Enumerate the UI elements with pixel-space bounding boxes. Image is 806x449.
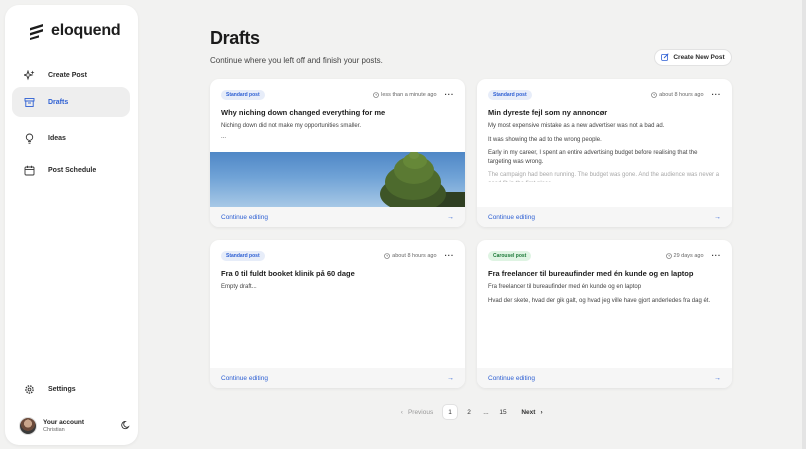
draft-preview: Empty draft... (221, 283, 454, 297)
app-name: eloquend (51, 22, 121, 39)
continue-editing-link[interactable]: Continue editing → (477, 207, 732, 227)
post-type-badge: Standard post (488, 90, 532, 100)
draft-preview: Niching down did not make my opportuniti… (221, 122, 454, 146)
continue-editing-label: Continue editing (488, 374, 535, 382)
post-image (210, 152, 465, 207)
sidebar-item-drafts[interactable]: Drafts (12, 87, 130, 117)
page-button-2[interactable]: 2 (461, 404, 477, 420)
timestamp: 29 days ago (665, 253, 704, 259)
continue-editing-label: Continue editing (488, 213, 535, 221)
preview-line: Fra freelancer til bureaufinder med én k… (488, 284, 642, 290)
sidebar-item-settings[interactable]: Settings (12, 374, 130, 404)
pagination: ‹ Previous 1 2 ... 15 Next › (396, 403, 547, 421)
arrow-right-icon: → (447, 213, 454, 221)
preview-line: Early in my career, I spent an entire ad… (488, 150, 698, 165)
sidebar: eloquend Create Post Drafts Ideas Post S… (5, 5, 138, 445)
timestamp-text: less than a minute ago (381, 92, 437, 98)
draft-card[interactable]: Standard post less than a minute ago ···… (210, 79, 465, 227)
page-button-15[interactable]: 15 (495, 404, 511, 420)
timestamp-text: 29 days ago (673, 253, 704, 259)
calendar-icon (24, 165, 35, 176)
timestamp: about 8 hours ago (384, 253, 437, 259)
clock-icon (373, 92, 379, 98)
sidebar-item-post-schedule[interactable]: Post Schedule (12, 155, 130, 185)
preview-line: It was showing the ad to the wrong peopl… (488, 136, 602, 143)
timestamp: less than a minute ago (373, 92, 437, 98)
post-type-badge: Carousel post (488, 251, 532, 261)
timestamp-text: about 8 hours ago (392, 253, 437, 259)
more-options-icon[interactable]: ··· (712, 91, 722, 99)
clock-icon (651, 92, 657, 98)
eloquend-logo-icon (30, 23, 43, 40)
logo[interactable]: eloquend (28, 22, 121, 40)
more-options-icon[interactable]: ··· (445, 252, 455, 260)
edit-icon (661, 52, 669, 63)
preview-line: Hvad der skete, hvad der gik galt, og hv… (488, 297, 711, 304)
draft-card[interactable]: Carousel post 29 days ago ··· Fra freela… (477, 240, 732, 388)
archive-icon (24, 97, 35, 108)
sidebar-item-label: Post Schedule (48, 166, 97, 174)
gear-icon (24, 384, 35, 395)
arrow-right-icon: → (714, 374, 721, 382)
scrollbar[interactable] (802, 0, 806, 449)
continue-editing-link[interactable]: Continue editing → (210, 368, 465, 388)
chevron-left-icon: ‹ (400, 408, 403, 416)
lightbulb-icon (24, 133, 35, 144)
timestamp: about 8 hours ago (651, 92, 704, 98)
page-subtitle: Continue where you left off and finish y… (210, 56, 383, 65)
sidebar-item-label: Drafts (48, 98, 69, 106)
more-options-icon[interactable]: ··· (445, 91, 455, 99)
draft-title: Fra freelancer til bureaufinder med én k… (488, 269, 694, 278)
sidebar-item-label: Ideas (48, 134, 66, 142)
moon-icon[interactable] (121, 417, 131, 435)
continue-editing-label: Continue editing (221, 374, 268, 382)
preview-line: ... (221, 133, 227, 140)
page-button-1[interactable]: 1 (442, 404, 458, 420)
clock-icon (665, 253, 672, 259)
post-type-badge: Standard post (221, 90, 265, 100)
preview-line: The campaign had been running. The budge… (488, 172, 720, 182)
page-title: Drafts (210, 28, 260, 48)
more-options-icon[interactable]: ··· (712, 252, 722, 260)
continue-editing-link[interactable]: Continue editing → (477, 368, 732, 388)
page-ellipsis: ... (483, 408, 489, 416)
sidebar-item-label: Create Post (48, 71, 87, 79)
sidebar-item-label: Settings (48, 385, 76, 393)
draft-title: Why niching down changed everything for … (221, 108, 386, 117)
preview-line: Empty draft... (221, 284, 257, 290)
sidebar-item-ideas[interactable]: Ideas (12, 123, 130, 153)
draft-preview: Fra freelancer til bureaufinder med én k… (488, 283, 721, 310)
continue-editing-link[interactable]: Continue editing → (210, 207, 465, 227)
account-username: Christian (43, 427, 65, 433)
account-title: Your account (43, 419, 85, 426)
chevron-right-icon: › (540, 408, 543, 416)
arrow-right-icon: → (714, 213, 721, 221)
draft-title: Fra 0 til fuldt booket klinik på 60 dage (221, 269, 355, 278)
previous-label: Previous (407, 408, 434, 416)
post-type-badge: Standard post (221, 251, 265, 261)
clock-icon (384, 253, 390, 259)
previous-page-button[interactable]: ‹ Previous (396, 404, 438, 420)
create-new-post-label: Create New Post (673, 54, 725, 61)
draft-preview: My most expensive mistake as a new adver… (488, 122, 721, 187)
preview-line: Niching down did not make my opportuniti… (221, 123, 362, 129)
draft-card[interactable]: Standard post about 8 hours ago ··· Min … (477, 79, 732, 227)
timestamp-text: about 8 hours ago (659, 92, 704, 98)
sparkles-icon (24, 69, 35, 81)
arrow-right-icon: → (447, 374, 454, 382)
account-menu[interactable]: Your account Christian (19, 417, 131, 435)
next-page-button[interactable]: Next › (517, 404, 547, 420)
avatar (19, 417, 37, 435)
sidebar-item-create-post[interactable]: Create Post (12, 60, 130, 90)
preview-line: My most expensive mistake as a new adver… (488, 123, 665, 129)
draft-title: Min dyreste fejl som ny annoncør (488, 108, 608, 117)
next-label: Next (521, 408, 536, 416)
draft-card[interactable]: Standard post about 8 hours ago ··· Fra … (210, 240, 465, 388)
continue-editing-label: Continue editing (221, 213, 268, 221)
create-new-post-button[interactable]: Create New Post (654, 49, 732, 66)
